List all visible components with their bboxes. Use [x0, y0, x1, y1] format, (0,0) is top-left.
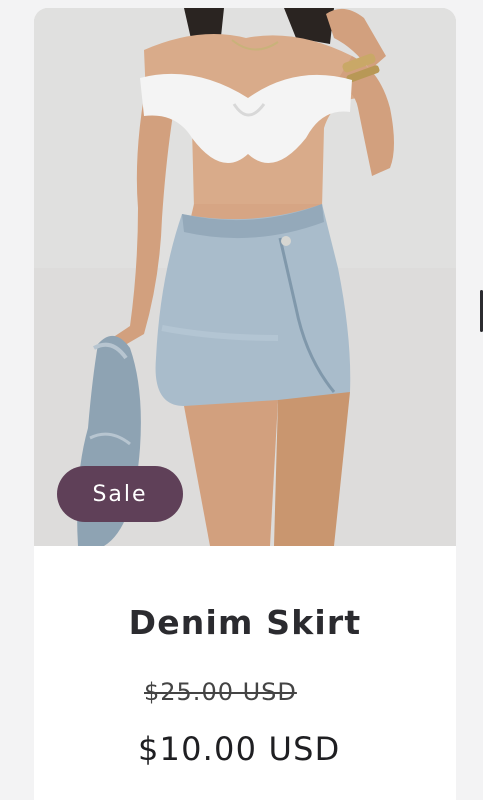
original-price: $25.00 USD — [144, 678, 297, 706]
product-title[interactable]: Denim Skirt — [34, 603, 456, 642]
sale-badge: Sale — [57, 466, 183, 522]
sale-price: $10.00 USD — [138, 730, 341, 768]
product-image[interactable]: Sale — [34, 8, 456, 546]
product-card[interactable]: Sale Denim Skirt $25.00 USD $10.00 USD — [34, 8, 456, 800]
